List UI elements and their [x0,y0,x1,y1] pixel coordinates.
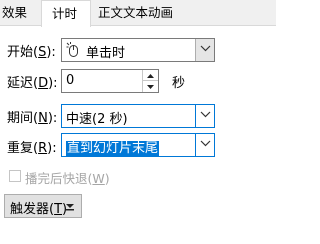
period-value: 中速(2 秒) [66,112,128,127]
start-dropdown[interactable]: 单击时 [61,38,215,62]
arrow-down-icon [147,85,154,89]
delay-spinner[interactable]: 0 [61,69,159,93]
delay-value[interactable]: 0 [66,73,74,88]
rewind-label: 播完后快退(W) [25,171,110,186]
start-label: 开始(S): [7,45,56,60]
trigger-label: 触发器(T) [10,202,68,217]
tab-effect[interactable]: 效果 [0,2,40,26]
repeat-label: 重复(R): [7,141,57,156]
delay-label: 延迟(D): [7,76,58,91]
chevron-down-icon [200,111,211,118]
period-dropdown[interactable]: 中速(2 秒) [61,104,215,128]
delay-unit: 秒 [172,76,186,91]
chevron-down-icon [200,45,211,52]
repeat-dropdown-button[interactable] [195,134,214,156]
timing-dialog-pane: 效果 正文文本动画 计时 开始(S): 单击时 延迟(D): 0 秒 期间(N)… [0,0,276,244]
mouse-click-icon [66,42,80,62]
tab-text-animation[interactable]: 正文文本动画 [96,2,206,26]
start-dropdown-button[interactable] [195,39,214,61]
arrow-up-icon [147,74,154,78]
trigger-button[interactable]: 触发器(T) [4,194,82,218]
rewind-checkbox[interactable] [9,170,21,182]
start-value: 单击时 [86,46,126,61]
spin-down-button[interactable] [142,81,158,92]
period-dropdown-button[interactable] [195,105,214,127]
chevron-down-icon [200,140,211,147]
spin-up-button[interactable] [142,70,158,81]
expand-arrow-icon [66,204,74,211]
repeat-dropdown[interactable]: 直到幻灯片末尾 [61,133,215,157]
tab-strip: 效果 正文文本动画 计时 [0,0,276,27]
period-label: 期间(N): [7,111,58,126]
repeat-value[interactable]: 直到幻灯片末尾 [66,141,160,156]
tab-timing[interactable]: 计时 [41,0,91,27]
